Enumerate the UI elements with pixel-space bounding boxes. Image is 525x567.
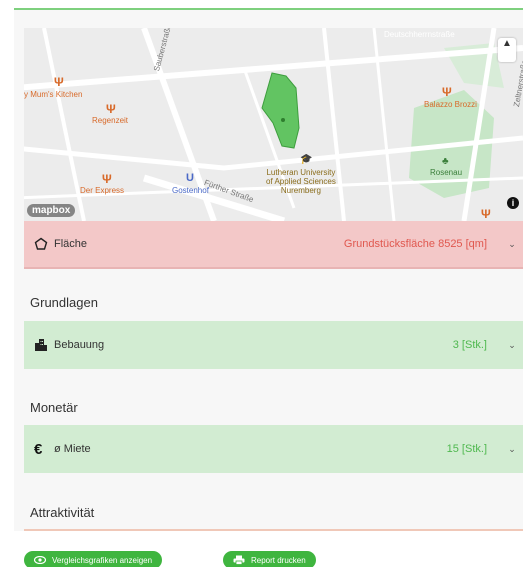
restaurant-icon[interactable]: Ψ	[102, 173, 112, 185]
restaurant-icon[interactable]: Ψ	[442, 86, 452, 98]
euro-icon: €	[34, 440, 43, 458]
compass-icon: ▲	[502, 38, 512, 49]
map-label-gostenhof: Gostenhof	[172, 186, 209, 195]
map-label-der-express: Der Express	[80, 186, 125, 195]
chevron-down-icon[interactable]: ⌄	[501, 239, 523, 250]
bebauung-row[interactable]: Bebauung 3 [Stk.] ⌄	[24, 321, 523, 369]
bebauung-label: Bebauung	[54, 339, 105, 351]
flaeche-row[interactable]: Fläche Grundstücksfläche 8525 [qm] ⌄	[24, 221, 523, 269]
flaeche-label: Fläche	[54, 238, 88, 250]
bebauung-value: 3 [Stk.]	[452, 339, 487, 351]
compare-charts-label: Vergleichsgrafiken anzeigen	[52, 555, 153, 565]
mapbox-logo: mapbox	[27, 204, 76, 217]
map-label-balazzo: Balazzo Brozzi	[424, 100, 477, 109]
chevron-down-icon[interactable]: ⌄	[501, 340, 523, 351]
map[interactable]: Deutschherrnstraße Ψ y Mum's Kitchen Ψ R…	[24, 28, 523, 221]
map-label-rosenau: Rosenau	[430, 168, 463, 177]
park-icon[interactable]: ♣	[442, 156, 449, 167]
map-label-regenzeit: Regenzeit	[92, 116, 129, 125]
restaurant-icon[interactable]: Ψ	[106, 103, 116, 115]
miete-row[interactable]: € ø Miete 15 [Stk.] ⌄	[24, 425, 523, 473]
university-icon[interactable]: 🎓	[300, 154, 312, 165]
parcel-center-dot	[281, 118, 285, 122]
pentagon-icon	[24, 237, 54, 251]
map-label-street: Deutschherrnstraße	[384, 30, 455, 39]
subway-icon[interactable]: U	[186, 172, 194, 184]
section-attraktivitaet: Attraktivität	[30, 505, 95, 520]
print-report-button[interactable]: Report drucken	[223, 551, 316, 567]
flaeche-value: Grundstücksfläche 8525 [qm]	[343, 238, 487, 250]
chevron-down-icon[interactable]: ⌄	[501, 444, 523, 455]
building-icon	[24, 338, 54, 352]
compass-button[interactable]: ▲	[498, 38, 516, 62]
map-label-kitchen: y Mum's Kitchen	[24, 90, 83, 99]
eye-icon	[34, 556, 46, 564]
restaurant-icon[interactable]: Ψ	[54, 76, 64, 88]
report-panel: Deutschherrnstraße Ψ y Mum's Kitchen Ψ R…	[14, 8, 523, 531]
print-report-label: Report drucken	[251, 555, 306, 565]
miete-label: ø Miete	[54, 443, 91, 455]
compare-charts-button[interactable]: Vergleichsgrafiken anzeigen	[24, 551, 163, 567]
printer-icon	[233, 555, 245, 565]
info-icon[interactable]: i	[507, 197, 519, 209]
section-grundlagen: Grundlagen	[30, 295, 98, 310]
miete-value: 15 [Stk.]	[446, 443, 487, 455]
map-label-university: Lutheran University of Applied Sciences …	[266, 168, 336, 195]
divider	[24, 529, 523, 531]
section-monetaer: Monetär	[30, 400, 78, 415]
restaurant-icon[interactable]: Ψ	[481, 208, 491, 220]
